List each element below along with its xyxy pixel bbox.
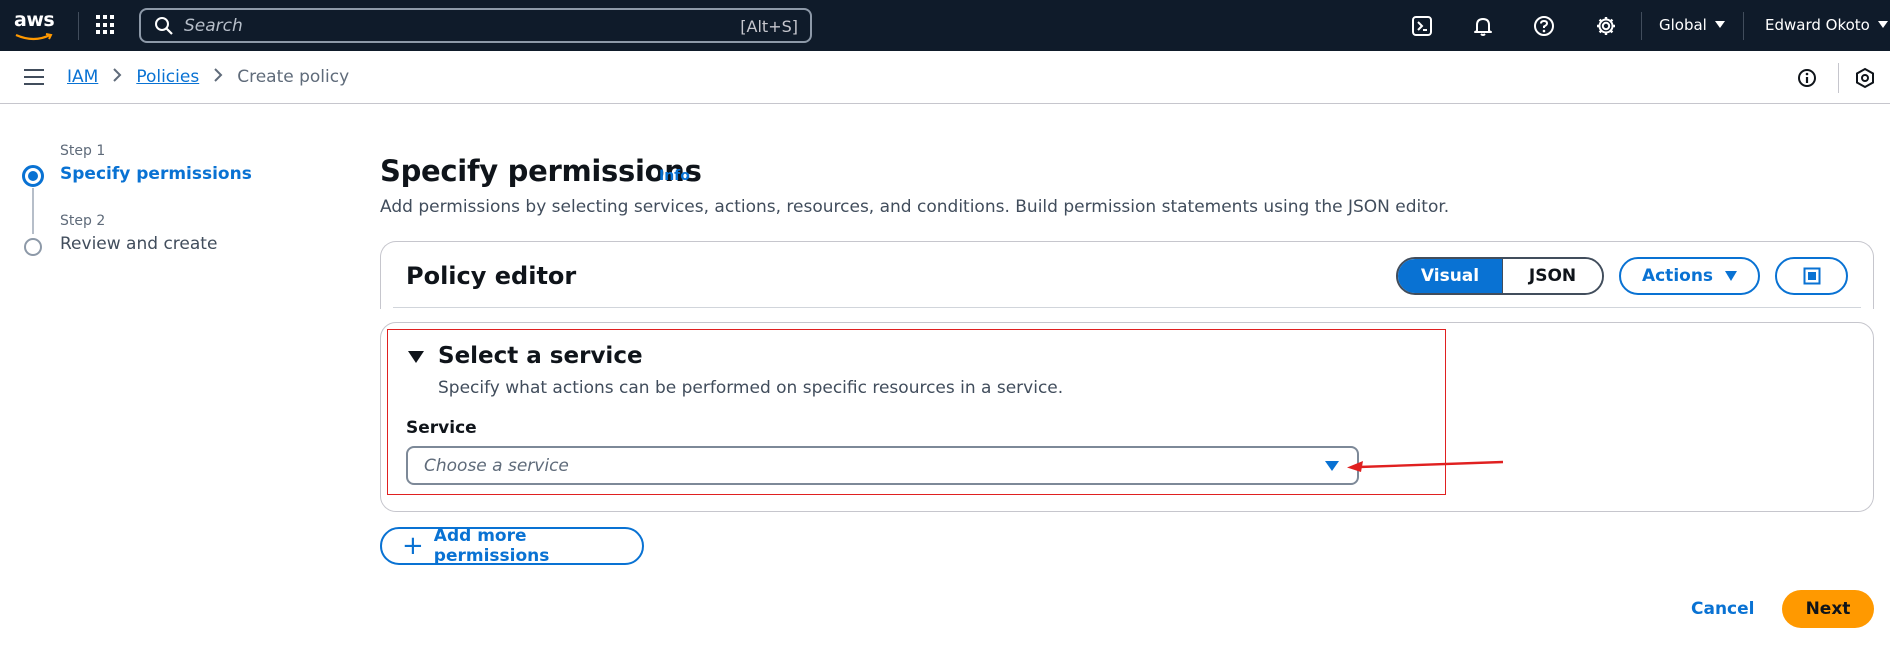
nav-divider [1743,12,1744,40]
policy-editor-title: Policy editor [406,262,577,290]
chevron-right-icon [213,67,223,87]
divider [393,307,1861,308]
aws-logo[interactable]: aws [14,10,58,42]
breadcrumb-current: Create policy [237,67,350,87]
search-box[interactable]: [Alt+S] [139,8,812,43]
step-1-title[interactable]: Specify permissions [60,164,252,184]
actions-label: Actions [1641,266,1714,286]
breadcrumb-bar: IAM Policies Create policy [0,51,1890,104]
apps-grid-icon[interactable] [96,15,116,35]
step-active-icon [22,165,44,187]
caret-down-icon[interactable] [408,351,424,363]
step-2-title: Review and create [60,234,218,254]
security-shield-icon[interactable] [1855,67,1875,94]
next-button[interactable]: Next [1782,590,1874,628]
menu-icon[interactable] [24,69,44,85]
select-service-description: Specify what actions can be performed on… [438,378,1064,398]
info-icon[interactable] [1797,68,1817,93]
visual-mode-button[interactable]: Visual [1398,259,1502,293]
json-mode-button[interactable]: JSON [1502,259,1602,293]
fullscreen-icon [1803,267,1820,285]
fullscreen-button[interactable] [1775,257,1848,295]
step-inactive-icon [24,238,42,256]
service-label: Service [406,418,477,438]
bell-icon[interactable] [1471,14,1495,38]
aws-smile-icon [15,33,53,41]
region-selector[interactable]: Global [1659,16,1725,34]
info-link[interactable]: Info [659,168,690,184]
step-1-label: Step 1 [60,143,106,159]
user-name: Edward Okoto [1765,16,1870,34]
aws-logo-text: aws [14,9,55,31]
cloudshell-icon[interactable] [1410,14,1434,38]
step-2-label: Step 2 [60,213,106,229]
annotation-arrow-icon [1347,460,1504,472]
page-description: Add permissions by selecting services, a… [380,197,1450,217]
top-navigation: aws [Alt+S] [0,0,1890,51]
select-service-title[interactable]: Select a service [438,343,643,369]
region-label: Global [1659,16,1707,34]
editor-mode-toggle: Visual JSON [1396,257,1604,295]
caret-down-icon [1325,461,1339,471]
breadcrumb-iam[interactable]: IAM [67,67,98,87]
divider [1838,63,1839,93]
help-icon[interactable] [1532,14,1556,38]
caret-down-icon [1877,21,1888,28]
plus-icon: + [402,531,424,561]
add-more-permissions-label: Add more permissions [433,526,550,566]
add-more-permissions-button[interactable]: + Add more permissions [380,526,644,566]
search-input[interactable] [184,15,744,36]
caret-down-icon [1725,271,1738,281]
user-menu[interactable]: Edward Okoto [1765,16,1888,34]
breadcrumb: IAM Policies Create policy [67,67,349,87]
search-shortcut: [Alt+S] [740,17,798,36]
page-title: Specify permissions [380,154,702,188]
nav-divider [1641,12,1642,40]
actions-dropdown-button[interactable]: Actions [1619,257,1760,295]
search-icon [155,16,173,35]
chevron-right-icon [112,67,122,87]
caret-down-icon [1714,21,1725,28]
gear-icon[interactable] [1594,14,1618,38]
cancel-button[interactable]: Cancel [1691,599,1754,619]
service-select[interactable]: Choose a service [406,446,1359,485]
breadcrumb-policies[interactable]: Policies [136,67,199,87]
nav-divider [78,12,79,40]
service-placeholder: Choose a service [424,455,569,476]
step-connector [32,188,34,234]
